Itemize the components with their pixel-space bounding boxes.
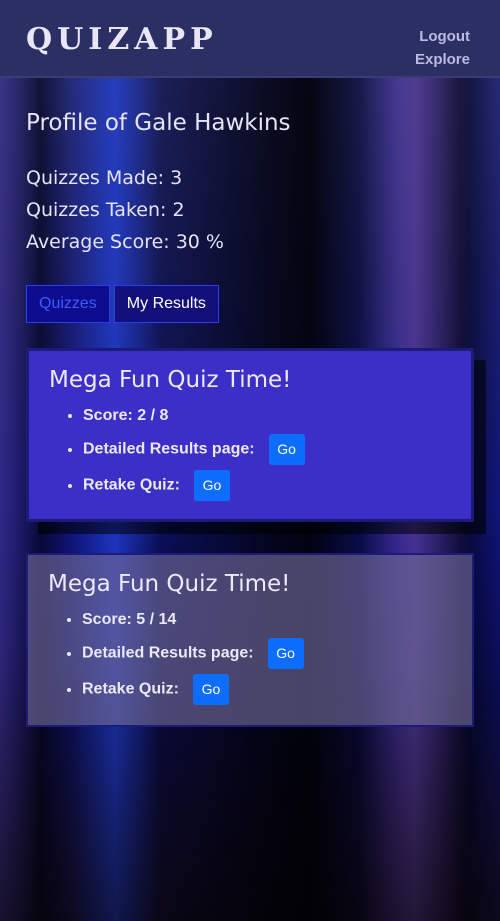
result-detailed-item: Detailed Results page: Go [82,638,452,669]
explore-link[interactable]: Explore [415,51,470,68]
detailed-results-label: Detailed Results page: [82,644,254,662]
quizzes-made-stat: Quizzes Made: 3 [26,167,183,189]
result-score-text: Score: 5 / 14 [82,611,177,628]
result-quiz-title: Mega Fun Quiz Time! [48,571,291,597]
result-quiz-title: Mega Fun Quiz Time! [49,367,292,393]
retake-quiz-go-button[interactable]: Go [193,470,230,501]
result-detailed-item: Detailed Results page: Go [83,434,451,465]
retake-quiz-label: Retake Quiz: [82,680,179,698]
quizzes-taken-stat: Quizzes Taken: 2 [26,199,185,221]
result-score-text: Score: 2 / 8 [83,407,169,424]
result-details-list: Score: 5 / 14 Detailed Results page: Go R… [48,607,452,705]
profile-main: Profile of Gale Hawkins Quizzes Made: 3 … [26,110,476,727]
logout-link[interactable]: Logout [419,28,470,45]
profile-tabs: Quizzes My Results [26,285,219,323]
result-retake-item: Retake Quiz: Go [82,674,452,705]
result-score: Score: 5 / 14 [82,607,452,633]
tab-quizzes[interactable]: Quizzes [26,285,110,323]
top-header: QUIZAPP Logout Explore [0,0,500,78]
retake-quiz-go-button[interactable]: Go [192,674,229,705]
detailed-results-label: Detailed Results page: [83,440,255,458]
average-score-stat: Average Score: 30 % [26,231,224,253]
result-score: Score: 2 / 8 [83,403,451,429]
result-details-list: Score: 2 / 8 Detailed Results page: Go Re… [49,403,451,501]
detailed-results-go-button[interactable]: Go [267,638,304,669]
app-logo[interactable]: QUIZAPP [26,22,218,57]
retake-quiz-label: Retake Quiz: [83,476,180,494]
result-retake-item: Retake Quiz: Go [83,470,451,501]
result-card: Mega Fun Quiz Time! Score: 5 / 14 Detail… [26,553,474,727]
tab-my-results[interactable]: My Results [113,285,219,323]
profile-title: Profile of Gale Hawkins [26,110,291,136]
result-card: Mega Fun Quiz Time! Score: 2 / 8 Detaile… [26,348,474,522]
detailed-results-go-button[interactable]: Go [268,434,305,465]
profile-stats: Quizzes Made: 3 Quizzes Taken: 2 Average… [26,162,476,258]
